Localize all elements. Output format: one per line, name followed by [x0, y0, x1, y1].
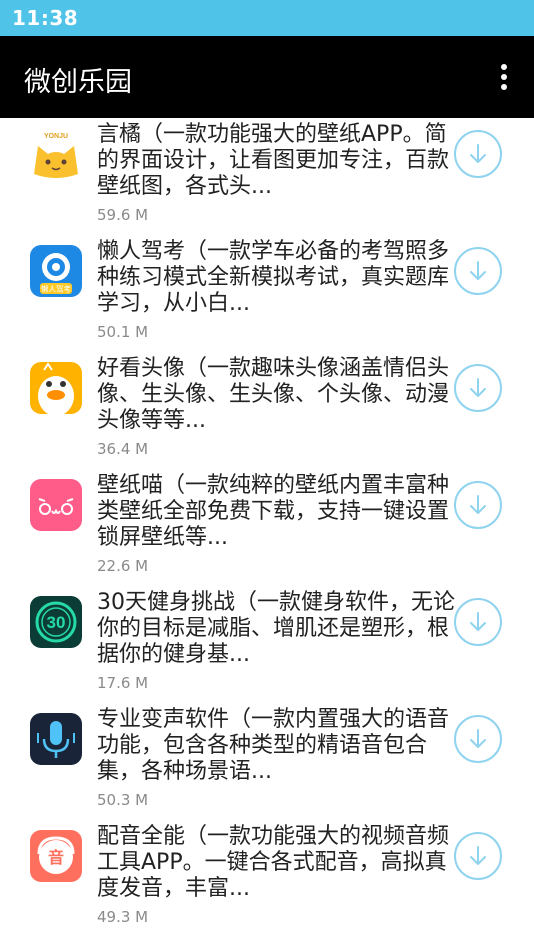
- app-bar: 微创乐园: [0, 36, 534, 118]
- download-button[interactable]: [454, 364, 502, 412]
- download-button[interactable]: [454, 715, 502, 763]
- svg-text:懒人驾考: 懒人驾考: [41, 284, 71, 294]
- download-arrow-icon: [470, 846, 486, 865]
- app-size: 50.3 M: [97, 791, 149, 809]
- download-arrow-icon: [470, 495, 486, 514]
- list-item[interactable]: 30 30天健身挑战（一款健身软件，无论你的目标是减脂、增肌还是塑形，根据你的健…: [0, 586, 534, 703]
- duck-avatar-icon: [30, 362, 82, 414]
- list-item[interactable]: 好看头像（一款趣味头像涵盖情侣头像、生头像、生头像、个头像、动漫头像等等... …: [0, 352, 534, 469]
- download-arrow-icon: [470, 612, 486, 631]
- list-item[interactable]: 音 配音全能（一款功能强大的视频音频工具APP。一键合各式配音，高拟真度发音，丰…: [0, 820, 534, 937]
- download-button[interactable]: [454, 598, 502, 646]
- overflow-menu-icon[interactable]: [498, 64, 510, 90]
- yanju-cat-icon: YONJU: [30, 128, 82, 180]
- svg-text:音: 音: [48, 848, 64, 867]
- fitness-30-icon: 30: [30, 596, 82, 648]
- app-name: 配音全能（一款功能强大的视频音频工具APP。一键合各式配音，高拟真度发音，丰富.…: [97, 824, 450, 900]
- app-name: 30天健身挑战（一款健身软件，无论你的目标是减脂、增肌还是塑形，根据你的健身基.…: [97, 590, 455, 666]
- app-size: 22.6 M: [97, 557, 149, 575]
- download-arrow-icon: [470, 378, 486, 397]
- app-name: 好看头像（一款趣味头像涵盖情侣头像、生头像、生头像、个头像、动漫头像等等...: [97, 356, 450, 432]
- app-size: 59.6 M: [97, 206, 149, 224]
- svg-text:YONJU: YONJU: [44, 133, 68, 140]
- app-name: 言橘（一款功能强大的壁纸APP。简的界面设计，让看图更加专注，百款壁纸图，各式头…: [97, 122, 450, 198]
- app-size: 17.6 M: [97, 674, 149, 692]
- app-name: 懒人驾考（一款学车必备的考驾照多种练习模式全新模拟考试，真实题库学习，从小白..…: [97, 239, 450, 315]
- wallpaper-cat-face-icon: [30, 479, 82, 531]
- download-arrow-icon: [470, 729, 486, 748]
- list-item[interactable]: 壁纸喵（一款纯粹的壁纸内置丰富种类壁纸全部免费下载，支持一键设置锁屏壁纸等...…: [0, 469, 534, 586]
- dubbing-icon: 音: [30, 830, 82, 882]
- download-button[interactable]: [454, 130, 502, 178]
- app-name: 壁纸喵（一款纯粹的壁纸内置丰富种类壁纸全部免费下载，支持一键设置锁屏壁纸等...: [97, 473, 450, 549]
- download-button[interactable]: [454, 247, 502, 295]
- lazy-driving-icon: 懒人驾考: [30, 245, 82, 297]
- download-arrow-icon: [470, 261, 486, 280]
- app-title: 微创乐园: [24, 67, 132, 98]
- microphone-icon: [30, 713, 82, 765]
- list-item[interactable]: 专业变声软件（一款内置强大的语音功能，包含各种类型的精语音包合集，各种场景语..…: [0, 703, 534, 820]
- app-name: 专业变声软件（一款内置强大的语音功能，包含各种类型的精语音包合集，各种场景语..…: [97, 707, 450, 783]
- app-list: YONJU 言橘（一款功能强大的壁纸APP。简的界面设计，让看图更加专注，百款壁…: [0, 118, 534, 937]
- app-size: 50.1 M: [97, 323, 149, 341]
- app-size: 49.3 M: [97, 908, 149, 926]
- download-button[interactable]: [454, 832, 502, 880]
- list-item[interactable]: 懒人驾考 懒人驾考（一款学车必备的考驾照多种练习模式全新模拟考试，真实题库学习，…: [0, 235, 534, 352]
- status-bar: 11:38: [0, 0, 534, 36]
- list-item[interactable]: YONJU 言橘（一款功能强大的壁纸APP。简的界面设计，让看图更加专注，百款壁…: [0, 118, 534, 235]
- download-button[interactable]: [454, 481, 502, 529]
- download-arrow-icon: [470, 144, 486, 163]
- status-time: 11:38: [12, 6, 79, 30]
- app-size: 36.4 M: [97, 440, 149, 458]
- svg-text:30: 30: [47, 613, 66, 632]
